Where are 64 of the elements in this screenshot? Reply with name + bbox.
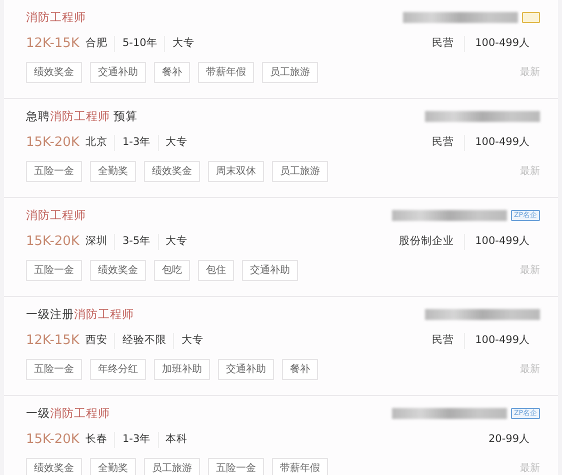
update-status: 最新: [520, 362, 540, 377]
benefit-tag: 员工旅游: [272, 160, 328, 182]
benefit-tag: 五险一金: [208, 458, 264, 475]
update-status: 最新: [520, 264, 540, 278]
salary-range: 15K-20K: [26, 233, 80, 252]
benefit-tag: 员工旅游: [262, 62, 318, 83]
job-requirement: 大专: [158, 135, 195, 151]
benefit-tag: 绩效奖金: [26, 62, 82, 83]
benefit-tag: 加班补助: [154, 358, 210, 380]
job-requirement: 5-10年: [114, 36, 164, 52]
benefit-tag: 周末双休: [208, 160, 264, 182]
job-requirement: 1-3年: [114, 135, 158, 151]
benefit-tag: 全勤奖: [90, 160, 136, 182]
company-info: 100-499人: [464, 333, 540, 349]
benefit-tag: 餐补: [154, 62, 190, 83]
benefit-tag: 包住: [198, 260, 234, 281]
job-requirement: 大专: [173, 333, 210, 349]
update-status: 最新: [520, 462, 540, 475]
job-title[interactable]: 消防工程师: [26, 9, 86, 26]
benefit-tag: 带薪年假: [272, 458, 328, 475]
benefit-tag: 绩效奖金: [144, 160, 200, 182]
company-info: 民营: [431, 36, 456, 52]
company-info: 100-499人: [464, 36, 540, 52]
job-requirement: 1-3年: [114, 432, 158, 448]
job-title[interactable]: 一级注册消防工程师: [26, 306, 134, 324]
company-info: 民营: [431, 333, 456, 348]
benefit-tag: 餐补: [282, 358, 318, 380]
benefit-tag: 五险一金: [26, 160, 82, 182]
job-requirement: 长春: [84, 432, 108, 448]
salary-range: 15K-20K: [26, 134, 80, 152]
benefit-tag: 员工旅游: [144, 458, 200, 475]
job-title[interactable]: 一级消防工程师: [26, 405, 110, 422]
benefit-tag: 包吃: [154, 260, 190, 281]
job-requirement: 西安: [84, 333, 108, 348]
benefit-tag: 带薪年假: [198, 62, 254, 83]
job-requirement: 3-5年: [114, 234, 158, 250]
benefit-tag: 年终分红: [90, 358, 146, 380]
salary-range: 12K-15K: [26, 35, 80, 54]
job-requirement: 合肥: [84, 36, 108, 52]
job-requirement: 大专: [158, 234, 195, 250]
job-title[interactable]: 急聘消防工程师 预算: [26, 108, 138, 126]
benefit-tag: 交通补助: [90, 62, 146, 83]
job-requirement: 北京: [84, 135, 108, 150]
company-info: 民营: [431, 135, 456, 150]
salary-range: 15K-20K: [26, 431, 80, 450]
job-requirement: 深圳: [84, 234, 108, 250]
benefit-tag: 交通补助: [218, 358, 274, 380]
benefit-tag: 五险一金: [26, 260, 82, 281]
update-status: 最新: [520, 164, 540, 179]
job-title[interactable]: 消防工程师: [26, 207, 86, 224]
job-requirement: 本科: [158, 432, 195, 448]
benefit-tag: 绩效奖金: [26, 458, 82, 475]
update-status: 最新: [520, 66, 540, 80]
job-requirement: 经验不限: [114, 333, 174, 349]
company-info: 100-499人: [464, 135, 540, 151]
company-info: 100-499人: [464, 234, 540, 250]
job-requirement: 大专: [164, 36, 202, 52]
company-info: 20-99人: [487, 432, 531, 448]
benefit-tag: 全勤奖: [90, 458, 136, 475]
benefit-tag: 五险一金: [26, 358, 82, 380]
salary-range: 12K-15K: [26, 332, 80, 350]
benefit-tag: 交通补助: [242, 260, 298, 281]
company-info: 股份制企业: [398, 234, 456, 250]
benefit-tag: 绩效奖金: [90, 260, 146, 281]
